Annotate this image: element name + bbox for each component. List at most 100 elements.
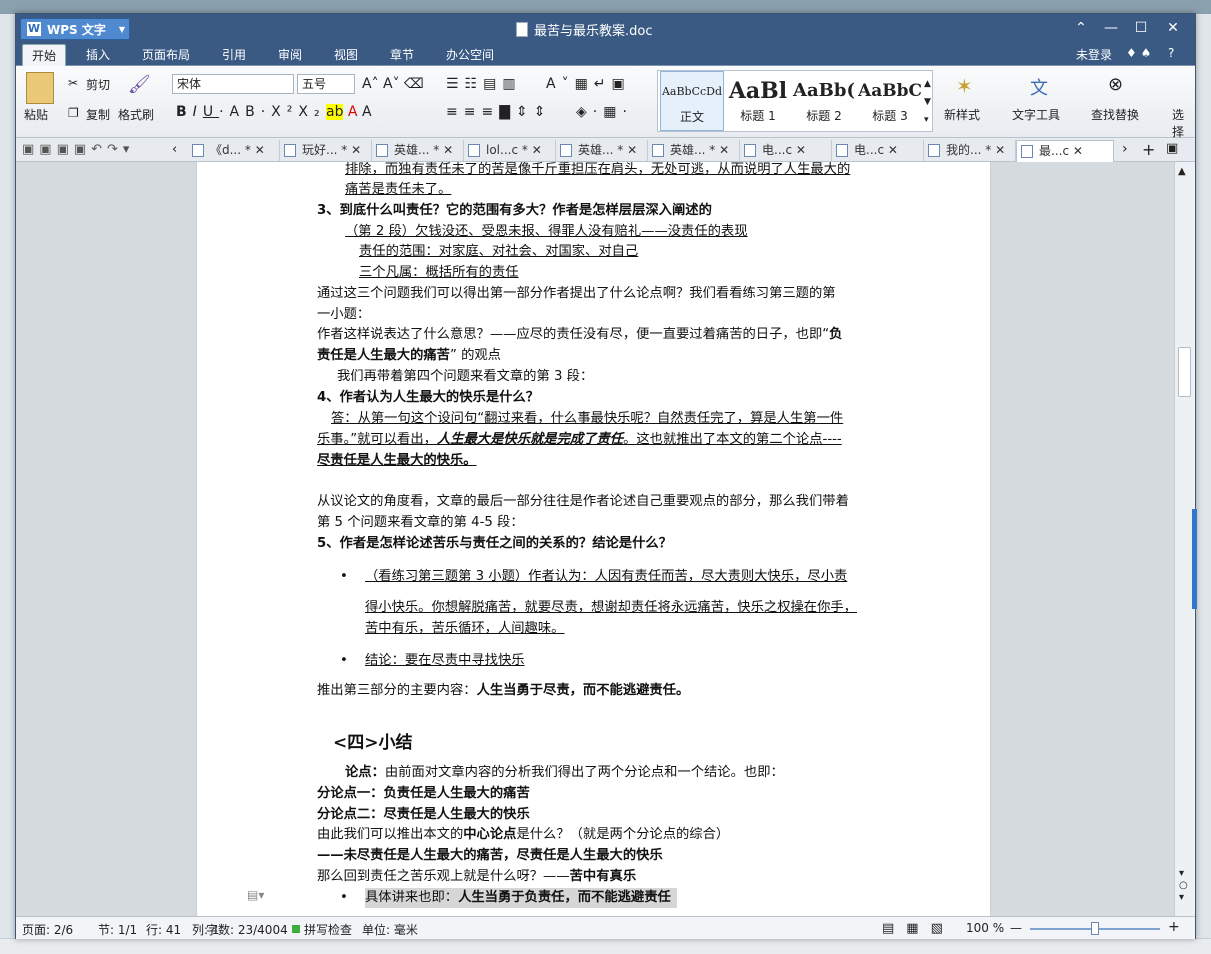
style-name: 标题 3 [872,109,908,123]
new-style-icon[interactable]: ✶ [956,74,973,98]
zoom-level[interactable]: 100 % [966,921,1004,935]
doc-tab[interactable]: 玩好... * ✕ [280,140,372,162]
doc-tab[interactable]: lol...c * ✕ [464,140,556,162]
text-tools-button[interactable]: 文字工具 [1012,106,1060,123]
sort-border-icons[interactable]: A˅▦↵▣ [546,76,631,92]
background-window-fragment [0,938,1211,954]
style-heading-3[interactable]: AaBbC 标题 3 [858,71,922,131]
style-heading-1[interactable]: AaBl 标题 1 [726,71,790,131]
page-nav-icons[interactable]: ▾ ○ ▾ [1179,868,1188,904]
paste-button[interactable]: 粘贴 [24,106,48,123]
tab-page-layout[interactable]: 页面布局 [134,44,198,66]
doc-tab[interactable]: 电...c ✕ [740,140,832,162]
doc-icon [192,144,204,157]
cut-button[interactable]: 剪切 [86,76,110,93]
text-line: 通过这三个问题我们可以得出第一部分作者提出了什么论点啊？我们看看练习第三题的第 [317,286,836,301]
zoom-in-icon[interactable]: + [1168,919,1180,935]
text-run: 推出第三部分的主要内容： [317,683,477,698]
view-mode-icons[interactable]: ▤▦▧ [882,921,955,936]
ribbon-toolbar: 粘贴 ✂ 剪切 ❐ 复制 🖌 格式刷 宋体 五号 A˄ A˅ ⌫ BIU·AB·… [16,66,1195,140]
tab-list-icon[interactable]: ▣ [1166,141,1178,156]
doc-tab[interactable]: 我的... * ✕ [924,140,1016,162]
minimize-button[interactable]: — [1096,14,1126,42]
new-style-button[interactable]: 新样式 [944,106,980,123]
paste-icon[interactable] [26,72,54,104]
new-tab-icon[interactable]: + [1142,140,1155,159]
zoom-out-icon[interactable]: — [1010,921,1022,935]
help-menu[interactable]: ? [1168,46,1174,60]
tab-references[interactable]: 引用 [214,44,254,66]
format-painter-icon[interactable]: 🖌 [128,74,151,95]
side-panel-handle[interactable] [1192,509,1197,609]
document-title-text: 最苦与最乐教案.doc [534,24,653,39]
spell-check-button[interactable]: 拼写检查 [304,921,352,938]
scroll-thumb[interactable] [1178,347,1191,397]
text-line: 分论点一：负责任是人生最大的痛苦 [317,786,530,801]
binoculars-icon[interactable]: ⊗ [1108,74,1123,95]
text-line: 责任是人生最大的痛苦” 的观点 [317,346,501,366]
find-replace-button[interactable]: 查找替换 [1091,106,1139,123]
font-size-select[interactable]: 五号 [297,74,355,94]
paragraph-align-icons[interactable]: ≡≡≡▇⇕⇕ [446,104,551,120]
scissors-icon[interactable]: ✂ [68,76,78,90]
quick-access-icons[interactable]: ▣▣▣▣↶↷▾ [22,142,134,157]
text-run-bold-italic: 人生最大是快乐就是完成了责任 [436,432,624,447]
vertical-scrollbar[interactable]: ▲ ▾ ○ ▾ [1174,162,1194,916]
style-heading-2[interactable]: AaBb( 标题 2 [792,71,856,131]
copy-button[interactable]: 复制 [86,106,110,123]
doc-tab-label: 我的... * [946,143,992,157]
doc-tab-active[interactable]: 最...c ✕ [1016,140,1114,162]
tab-home[interactable]: 开始 [22,44,66,66]
scroll-up-icon[interactable]: ▲ [1178,166,1186,177]
app-menu-button[interactable]: W WPS 文字 ▼ [20,18,130,40]
maximize-button[interactable]: ☐ [1126,14,1156,42]
paragraph-list-icons[interactable]: ☰☷▤▥ [446,76,522,92]
status-unit[interactable]: 单位: 毫米 [362,921,418,938]
doc-tab[interactable]: 《d... * ✕ [188,140,280,162]
text-line: 推出第三部分的主要内容：人生当勇于尽责，而不能逃避责任。 [317,681,689,701]
doc-tab-label: lol...c * [486,143,528,157]
text-run-bold: 人生当勇于尽责，而不能逃避责任。 [476,683,690,698]
paragraph-handle-icon[interactable]: ▤▾ [247,888,264,902]
doc-tab[interactable]: 英雄... * ✕ [648,140,740,162]
text-run-bold: 中心论点 [463,827,517,842]
gallery-scroll-icon[interactable]: ▲ ▼ ▾ [924,75,931,129]
menu-bar: 开始 插入 页面布局 引用 审阅 视图 章节 办公空间 未登录 ♦ ♠ ? [16,42,1195,66]
tab-scroll-right-icon[interactable]: › [1122,141,1128,157]
text-line: 5、作者是怎样论述苦乐与责任之间的关系的？结论是什么？ [317,536,672,551]
tab-office-space[interactable]: 办公空间 [438,44,502,66]
tab-insert[interactable]: 插入 [78,44,118,66]
zoom-slider-knob[interactable] [1091,922,1099,935]
text-line: 论点：由前面对文章内容的分析我们得出了两个分论点和一个结论。也即： [345,763,784,783]
status-words[interactable]: 字数: 23/4004 [206,921,288,938]
wps-logo-icon: W [27,22,41,36]
text-line: 三个凡属：概括所有的责任 [359,265,519,280]
text-tools-icon[interactable]: 文 [1030,74,1048,100]
desktop-top-strip [0,0,1211,14]
font-grow-icon[interactable]: A˄ A˅ ⌫ [362,76,424,92]
doc-tab[interactable]: 英雄... * ✕ [372,140,464,162]
wps-writer-window: W WPS 文字 ▼ 最苦与最乐教案.doc ⌃ — ☐ ✕ 开始 插入 页面布… [15,13,1197,939]
tab-scroll-left-icon[interactable]: ‹ [172,142,177,157]
tab-chapter[interactable]: 章节 [382,44,422,66]
text-run-bold: 人生当勇于负责任，而不能逃避责任 [458,890,671,905]
collapse-ribbon-button[interactable]: ⌃ [1066,14,1096,42]
doc-tab-label: 玩好... * [302,143,348,157]
style-normal[interactable]: AaBbCcDd 正文 [660,71,724,131]
login-status[interactable]: 未登录 [1076,46,1112,63]
highlight-color-icon[interactable]: ab A A [326,104,372,120]
doc-tab[interactable]: 英雄... * ✕ [556,140,648,162]
doc-tab[interactable]: 电...c ✕ [832,140,924,162]
font-format-buttons[interactable]: BIU·AB·X²X₂ [176,104,326,120]
tab-review[interactable]: 审阅 [270,44,310,66]
close-button[interactable]: ✕ [1158,14,1188,42]
format-painter-button[interactable]: 格式刷 [118,106,154,123]
status-page[interactable]: 页面: 2/6 [22,921,73,938]
copy-icon[interactable]: ❐ [68,106,79,120]
skin-icon[interactable]: ♦ ♠ [1126,46,1151,60]
shading-border-icons[interactable]: ◈·▦· [576,104,633,120]
select-button[interactable]: 选择 [1172,106,1195,140]
document-page[interactable]: 排除，而独有责任未了的苦是像千斤重担压在肩头，无处可逃，从而说明了人生最大的 痛… [196,162,991,916]
tab-view[interactable]: 视图 [326,44,366,66]
font-name-select[interactable]: 宋体 [172,74,294,94]
